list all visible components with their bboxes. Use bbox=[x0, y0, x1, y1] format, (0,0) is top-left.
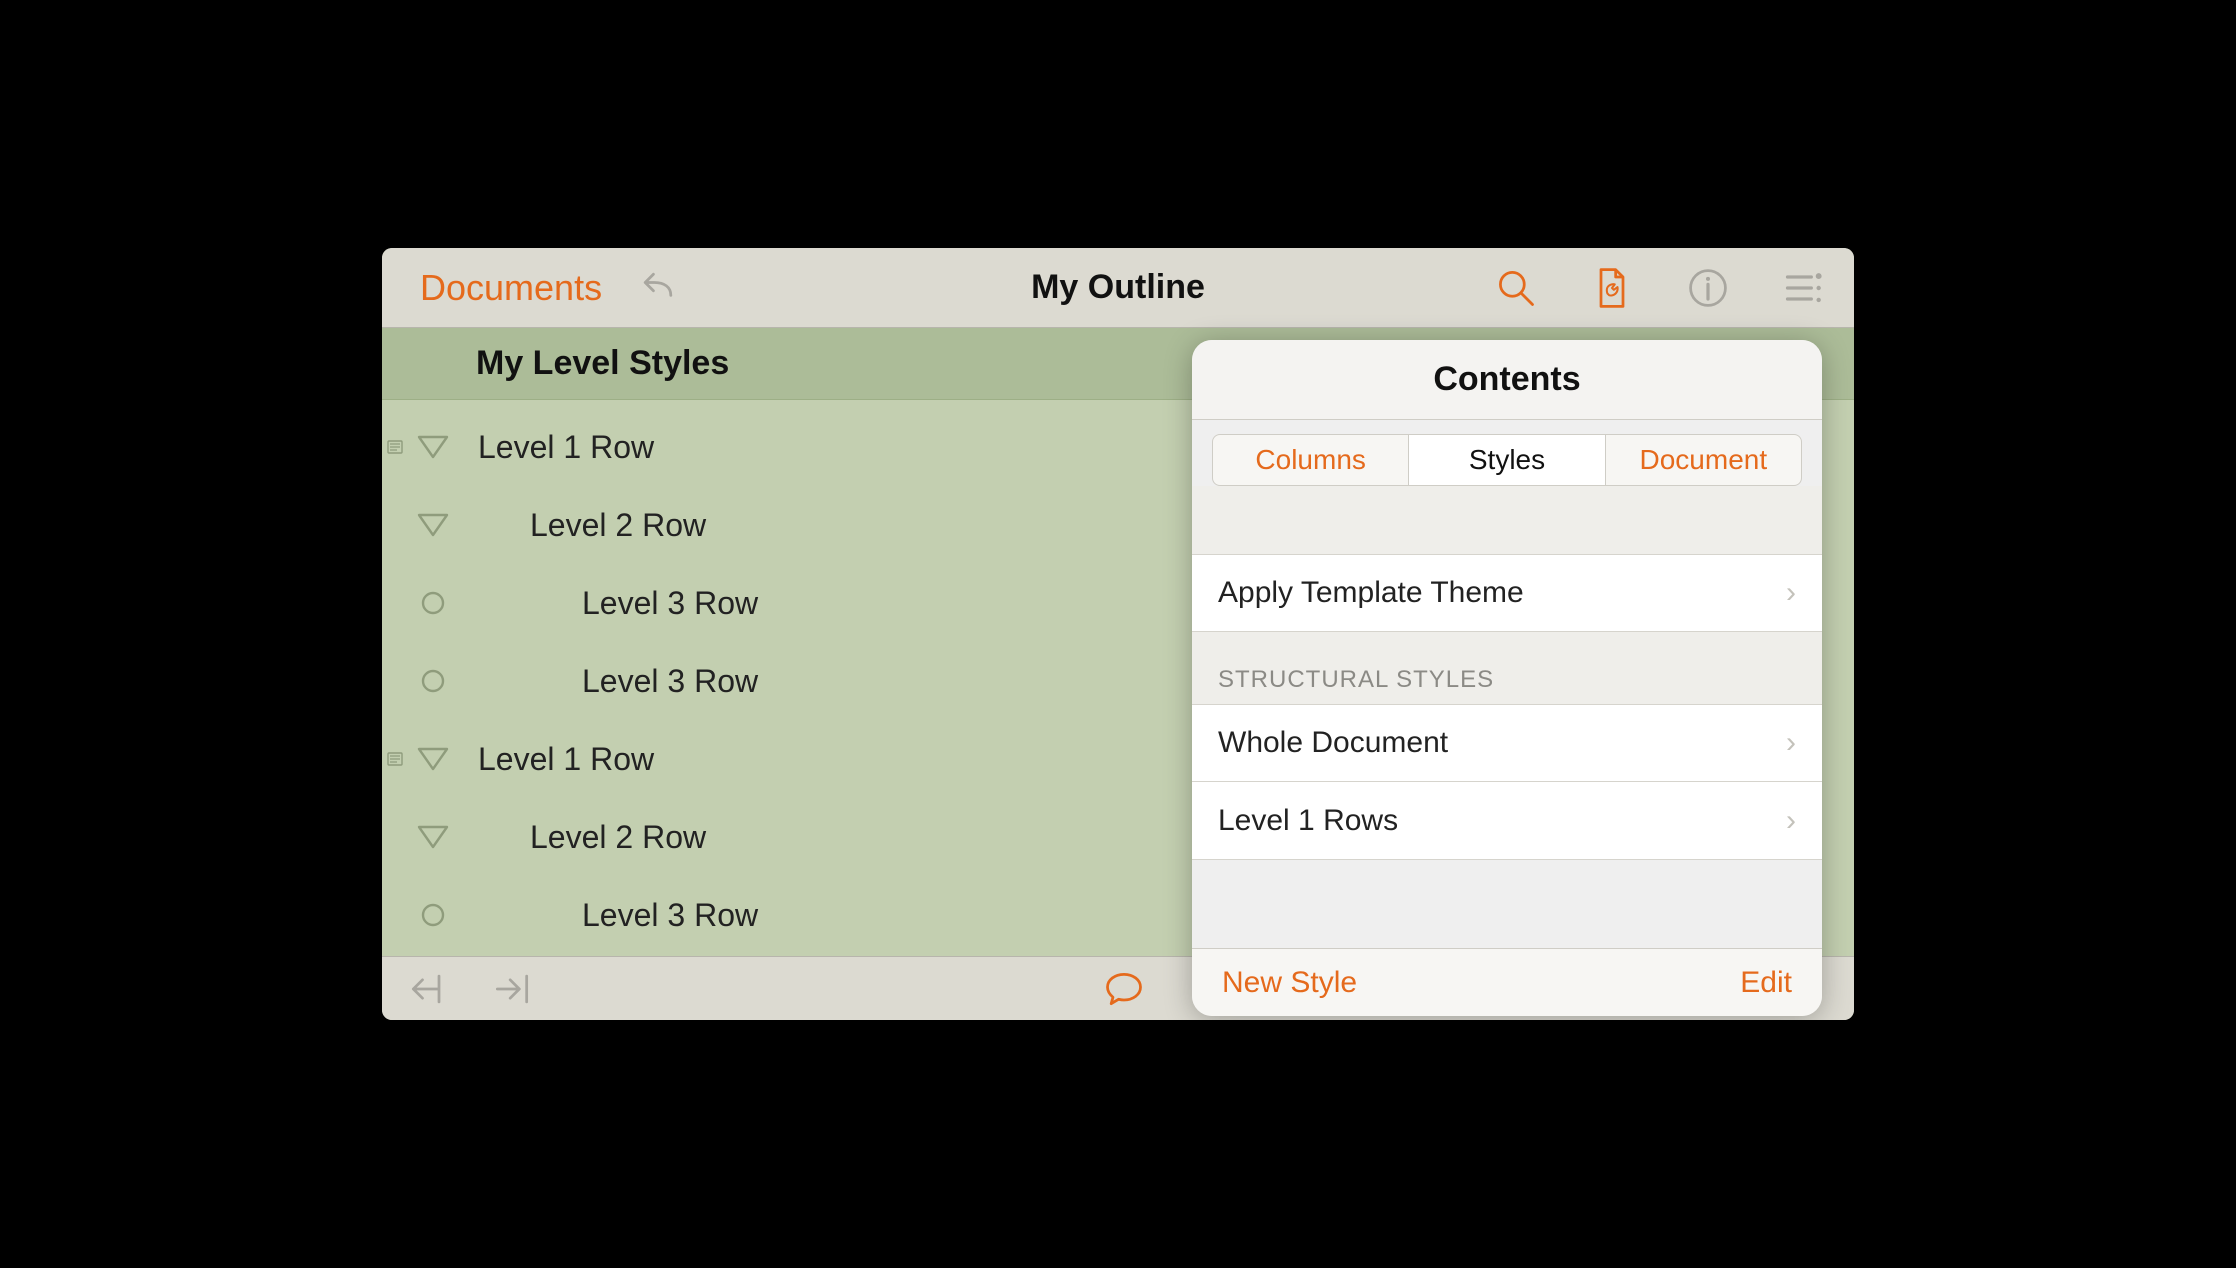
document-title: My Outline bbox=[1031, 268, 1205, 307]
row-label: Level 3 Row bbox=[458, 585, 758, 622]
new-style-button[interactable]: New Style bbox=[1222, 966, 1357, 1000]
structural-styles-header: STRUCTURAL STYLES bbox=[1192, 632, 1822, 704]
tab-columns[interactable]: Columns bbox=[1213, 435, 1408, 485]
outdent-icon bbox=[406, 971, 450, 1007]
apply-template-theme-cell[interactable]: Apply Template Theme › bbox=[1192, 554, 1822, 632]
row-label: Level 3 Row bbox=[458, 663, 758, 700]
list-settings-icon bbox=[1782, 266, 1826, 310]
bullet-circle-icon bbox=[408, 590, 458, 616]
contents-button[interactable] bbox=[1586, 262, 1638, 314]
chevron-right-icon: › bbox=[1786, 804, 1796, 838]
row-label: Level 2 Row bbox=[458, 819, 706, 856]
bottom-left-group bbox=[406, 963, 534, 1015]
structural-styles-list: Whole Document › Level 1 Rows › bbox=[1192, 704, 1822, 860]
edit-styles-button[interactable]: Edit bbox=[1740, 966, 1792, 1000]
chevron-right-icon: › bbox=[1786, 726, 1796, 760]
chat-bubble-icon bbox=[1102, 967, 1146, 1011]
toolbar-right bbox=[1490, 262, 1846, 314]
info-button[interactable] bbox=[1682, 262, 1734, 314]
note-indicator bbox=[382, 439, 408, 455]
indent-icon bbox=[490, 971, 534, 1007]
disclosure-triangle-icon[interactable] bbox=[408, 434, 458, 460]
document-wrench-icon bbox=[1590, 266, 1634, 310]
app-screen: Documents My Outline bbox=[382, 248, 1854, 1020]
spacer bbox=[1192, 486, 1822, 554]
popover-title: Contents bbox=[1192, 340, 1822, 420]
search-button[interactable] bbox=[1490, 262, 1542, 314]
documents-button[interactable]: Documents bbox=[390, 267, 632, 309]
row-label: Level 1 Row bbox=[458, 429, 654, 466]
disclosure-triangle-icon[interactable] bbox=[408, 746, 458, 772]
info-icon bbox=[1686, 266, 1730, 310]
search-icon bbox=[1494, 266, 1538, 310]
cell-label: Apply Template Theme bbox=[1218, 576, 1524, 610]
popover-footer: New Style Edit bbox=[1192, 948, 1822, 1016]
bullet-circle-icon bbox=[408, 902, 458, 928]
row-label: Level 1 Row bbox=[458, 741, 654, 778]
toolbar: Documents My Outline bbox=[382, 248, 1854, 328]
undo-icon bbox=[636, 266, 680, 310]
edit-menu-button[interactable] bbox=[1778, 262, 1830, 314]
disclosure-triangle-icon[interactable] bbox=[408, 512, 458, 538]
undo-button[interactable] bbox=[632, 262, 684, 314]
toolbar-left: Documents bbox=[390, 262, 1490, 314]
outline-title: My Level Styles bbox=[476, 344, 729, 383]
note-indicator bbox=[382, 751, 408, 767]
popover-tabs: Columns Styles Document bbox=[1212, 434, 1802, 486]
style-cell[interactable]: Level 1 Rows › bbox=[1192, 782, 1822, 860]
indent-button[interactable] bbox=[490, 963, 534, 1015]
bullet-circle-icon bbox=[408, 668, 458, 694]
style-cell[interactable]: Whole Document › bbox=[1192, 704, 1822, 782]
device-frame: Documents My Outline bbox=[374, 234, 1862, 1034]
tab-document[interactable]: Document bbox=[1605, 435, 1801, 485]
cell-label: Level 1 Rows bbox=[1218, 804, 1398, 838]
disclosure-triangle-icon[interactable] bbox=[408, 824, 458, 850]
popover-body: Apply Template Theme › STRUCTURAL STYLES… bbox=[1192, 486, 1822, 948]
chevron-right-icon: › bbox=[1786, 576, 1796, 610]
tab-styles[interactable]: Styles bbox=[1408, 435, 1604, 485]
row-label: Level 2 Row bbox=[458, 507, 706, 544]
contents-popover: Contents Columns Styles Document Apply T… bbox=[1192, 340, 1822, 1016]
outdent-button[interactable] bbox=[406, 963, 450, 1015]
note-button[interactable] bbox=[1098, 963, 1150, 1015]
cell-label: Whole Document bbox=[1218, 726, 1448, 760]
row-label: Level 3 Row bbox=[458, 897, 758, 934]
